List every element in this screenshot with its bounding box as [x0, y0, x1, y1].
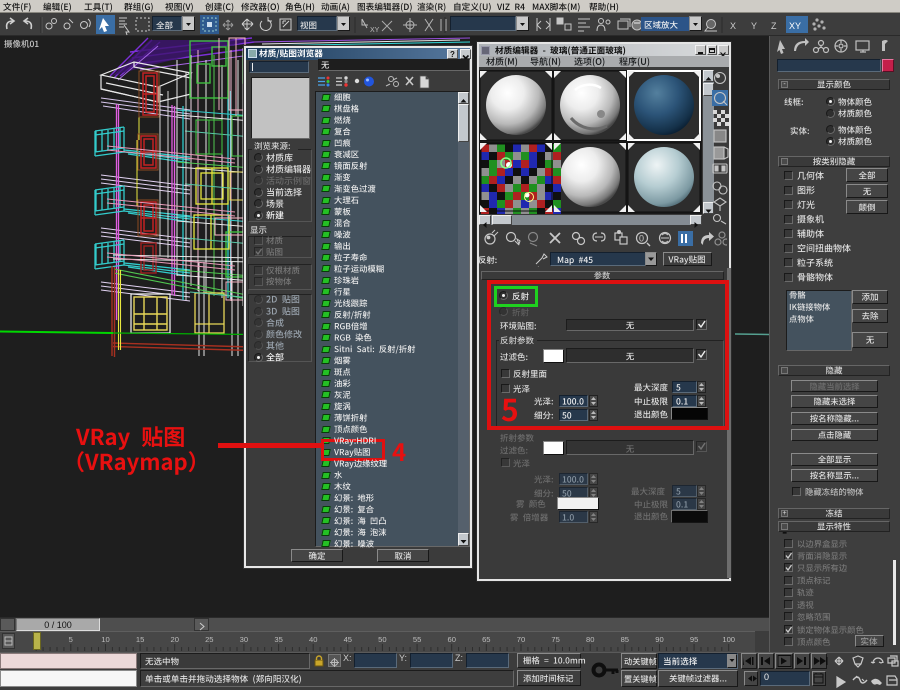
- svg-text:Y: Y: [751, 21, 757, 31]
- svg-text:15: 15: [136, 635, 144, 644]
- svg-text:95: 95: [690, 635, 698, 644]
- svg-text:35: 35: [274, 635, 282, 644]
- svg-text:50: 50: [378, 635, 386, 644]
- svg-text:0: 0: [639, 234, 644, 244]
- svg-text:90: 90: [655, 635, 663, 644]
- svg-text:10: 10: [101, 635, 109, 644]
- svg-text:XY: XY: [789, 21, 801, 31]
- svg-text:25: 25: [205, 635, 213, 644]
- svg-text:65: 65: [482, 635, 490, 644]
- svg-text:20: 20: [170, 635, 178, 644]
- svg-text:60: 60: [447, 635, 455, 644]
- svg-text:100: 100: [722, 635, 735, 644]
- svg-text:85: 85: [621, 635, 629, 644]
- svg-text:30: 30: [240, 635, 248, 644]
- svg-text:70: 70: [517, 635, 525, 644]
- svg-text:75: 75: [551, 635, 559, 644]
- svg-text:40: 40: [309, 635, 317, 644]
- svg-text:XY: XY: [370, 27, 380, 34]
- svg-text:Z: Z: [771, 21, 777, 31]
- svg-text:5: 5: [69, 635, 73, 644]
- svg-text:45: 45: [344, 635, 352, 644]
- svg-text:80: 80: [586, 635, 594, 644]
- svg-text:X: X: [730, 21, 736, 31]
- svg-text:55: 55: [413, 635, 421, 644]
